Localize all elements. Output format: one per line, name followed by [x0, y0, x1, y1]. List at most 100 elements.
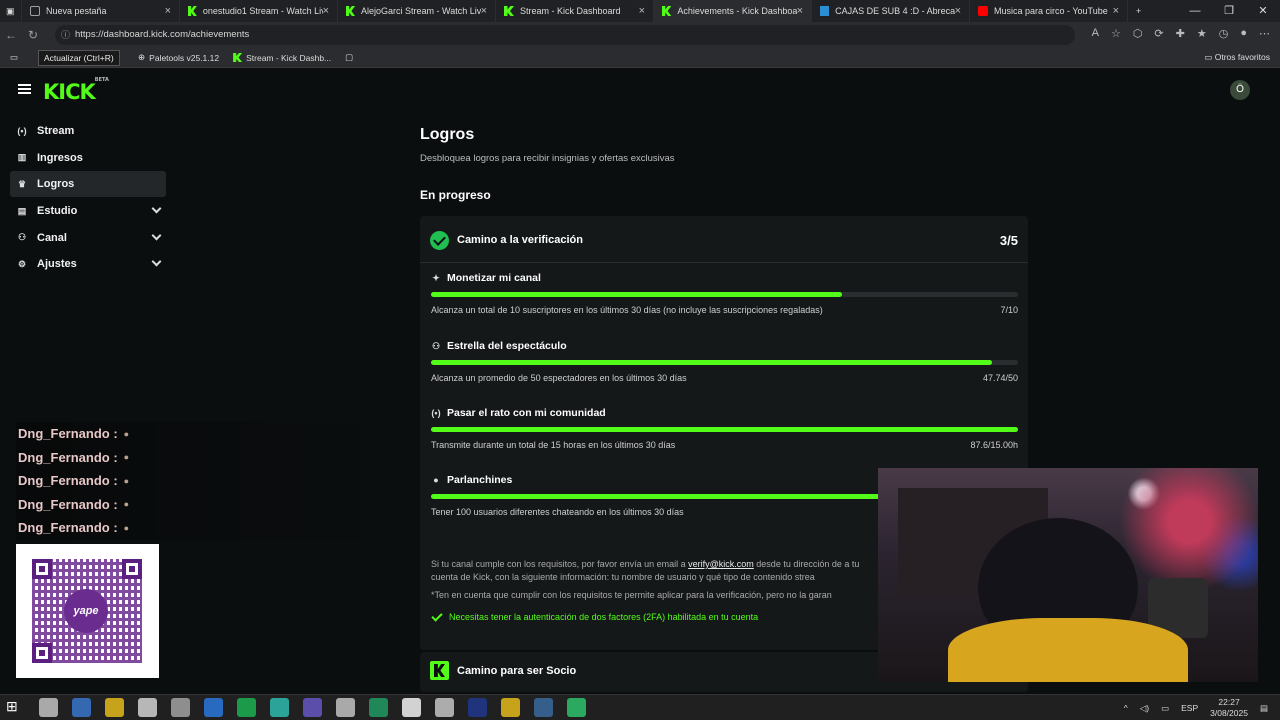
site-info-icon[interactable]: ⓘ [61, 25, 70, 45]
taskbar-app-icon[interactable] [105, 698, 124, 717]
start-icon[interactable]: ⊞ [6, 698, 25, 717]
tab-actions-icon[interactable]: ▣ [0, 0, 22, 22]
taskbar-app-icon[interactable] [204, 698, 223, 717]
broadcast-icon: (•) [17, 126, 27, 136]
qr-corner [32, 643, 52, 663]
close-tab-icon[interactable]: × [639, 5, 645, 17]
puzzle-icon[interactable]: ✚ [1176, 27, 1185, 40]
profile-icon[interactable]: ● [1240, 27, 1247, 40]
other-favorites[interactable]: ▭ Otros favoritos [1204, 52, 1270, 63]
browser-tab[interactable]: Achievements - Kick Dashboard × [654, 0, 812, 22]
close-tab-icon[interactable]: × [165, 5, 171, 17]
cajas-favicon-icon [820, 6, 830, 16]
taskbar-app-icon[interactable] [171, 698, 190, 717]
back-icon[interactable]: ← [0, 28, 22, 42]
new-tab-icon[interactable]: + [1128, 0, 1149, 22]
taskbar-app-icon[interactable] [501, 698, 520, 717]
sidebar-item-estudio[interactable]: ▤ Estudio [10, 198, 166, 224]
chat-message: ● [123, 522, 130, 533]
sidebar-item-ingresos[interactable]: ▥ Ingresos [10, 145, 166, 171]
taskbar-app-icon[interactable] [237, 698, 256, 717]
achievement-task: ✦ Monetizar mi canal Alcanza un total de 1… [431, 272, 1018, 334]
taskbar-app-icon[interactable] [402, 698, 421, 717]
bookmark-briefcase-icon[interactable]: ▢ [345, 52, 353, 63]
taskbar-app-icon[interactable] [369, 698, 388, 717]
close-window-icon[interactable]: ✕ [1246, 0, 1280, 22]
url-field[interactable]: ⓘ https://dashboard.kick.com/achievement… [55, 25, 1075, 45]
sidebar-item-logros[interactable]: ♛ Logros [10, 171, 166, 198]
favorite-star-icon[interactable]: ☆ [1111, 27, 1121, 40]
progress-fill [431, 292, 842, 297]
bookmark-paletools[interactable]: ⊕ Paletools v25.1.12 [138, 52, 219, 63]
verify-email-link[interactable]: verify@kick.com [688, 559, 754, 569]
history-icon[interactable]: ◷ [1219, 27, 1229, 40]
browser-tab[interactable]: AlejoGarci Stream - Watch Live o × [338, 0, 496, 22]
minimize-icon[interactable]: — [1178, 0, 1212, 22]
browser-tab[interactable]: onestudio1 Stream - Watch Live o× [180, 0, 338, 22]
close-tab-icon[interactable]: × [481, 5, 487, 17]
bookmark-folder-icon[interactable]: ▭ [10, 52, 18, 63]
close-tab-icon[interactable]: × [1113, 5, 1119, 17]
refresh-extension-icon[interactable]: ⟳ [1154, 27, 1163, 40]
reload-icon[interactable]: ↻ [22, 28, 44, 42]
taskbar-app-icon[interactable] [138, 698, 157, 717]
chevron-down-icon[interactable] [151, 256, 162, 267]
taskbar-app-icon[interactable] [435, 698, 454, 717]
taskbar-app-icon[interactable] [72, 698, 91, 717]
close-tab-icon[interactable]: × [955, 5, 961, 17]
taskbar-app-icon[interactable] [534, 698, 553, 717]
bookmarks-bar: ▭ ⊕ Paletools v25.1.12 Stream - Kick Das… [0, 48, 1280, 68]
clock[interactable]: 22:27 3/08/2025 [1210, 697, 1248, 719]
clock-date: 3/08/2025 [1210, 708, 1248, 718]
avatar[interactable]: Ö [1230, 80, 1250, 100]
browser-tab[interactable]: Musica para circo - YouTube × [970, 0, 1128, 22]
taskbar-app-icon[interactable] [468, 698, 487, 717]
kick-logo[interactable]: KICKBETA [43, 77, 109, 104]
taskbar-app-icon[interactable] [39, 698, 58, 717]
task-description: Alcanza un total de 10 suscriptores en l… [431, 305, 823, 315]
notifications-icon[interactable]: ▤ [1260, 703, 1268, 714]
bookmark-stream[interactable]: Stream - Kick Dashb... [233, 53, 331, 63]
browser-tab-bar: ▣ Nueva pestaña × onestudio1 Stream - Watc… [0, 0, 1280, 22]
address-actions: A ☆ ⬡ ⟳ ✚ ★ ◷ ● ⋯ [1092, 27, 1270, 40]
sidebar-item-label: Logros [37, 178, 75, 191]
extension-icon[interactable]: ⬡ [1133, 27, 1143, 40]
browser-tab[interactable]: Nueva pestaña × [22, 0, 180, 22]
webcam-overlay [878, 468, 1258, 682]
chat-line: Dng_Fernando : ● [16, 422, 362, 446]
sidebar: (•) Stream ▥ Ingresos ♛ Logros ▤ Estudio ⚇ Canal ⚙… [10, 118, 166, 278]
taskbar-app-icon[interactable] [336, 698, 355, 717]
sidebar-item-stream[interactable]: (•) Stream [10, 118, 166, 144]
read-aloud-icon[interactable]: A [1092, 27, 1099, 40]
browser-tab[interactable]: Stream - Kick Dashboard × [496, 0, 654, 22]
taskbar-app-icon[interactable] [303, 698, 322, 717]
tray-chevron-icon[interactable]: ^ [1124, 703, 1128, 713]
task-progress-value: 47.74/50 [982, 373, 1018, 383]
sidebar-item-canal[interactable]: ⚇ Canal [10, 225, 166, 251]
volume-icon[interactable]: ◁) [1140, 703, 1149, 714]
taskbar-app-icon[interactable] [270, 698, 289, 717]
browser-tab[interactable]: CAJAS DE SUB 4 :D - Abrecajas × [812, 0, 970, 22]
task-progress-value: 87.6/15.00h [970, 440, 1018, 450]
taskbar-app-icon[interactable] [567, 698, 586, 717]
restore-icon[interactable]: ❐ [1212, 0, 1246, 22]
menu-icon[interactable] [18, 84, 31, 94]
chat-message: ● [123, 428, 130, 439]
chat-message: ● [123, 452, 130, 463]
clock-time: 22:27 [1218, 697, 1240, 707]
language-indicator[interactable]: ESP [1181, 703, 1198, 713]
network-icon[interactable]: ▭ [1161, 703, 1169, 714]
favorites-icon[interactable]: ★ [1197, 27, 1207, 40]
chat-line: Dng_Fernando : ● [16, 445, 362, 469]
top-nav: KICKBETA Ö [0, 68, 1280, 112]
chevron-down-icon[interactable] [151, 203, 162, 214]
chat-message: ● [123, 475, 130, 486]
task-title-text: Parlanchines [447, 474, 513, 486]
close-tab-icon[interactable]: × [323, 5, 329, 17]
close-tab-icon[interactable]: × [797, 5, 803, 17]
broadcast-icon: (•) [431, 408, 441, 418]
chevron-down-icon[interactable] [151, 230, 162, 241]
more-icon[interactable]: ⋯ [1259, 27, 1270, 40]
sidebar-item-ajustes[interactable]: ⚙ Ajustes [10, 251, 166, 277]
card-header[interactable]: Camino a la verificación 3/5 [430, 226, 1018, 254]
